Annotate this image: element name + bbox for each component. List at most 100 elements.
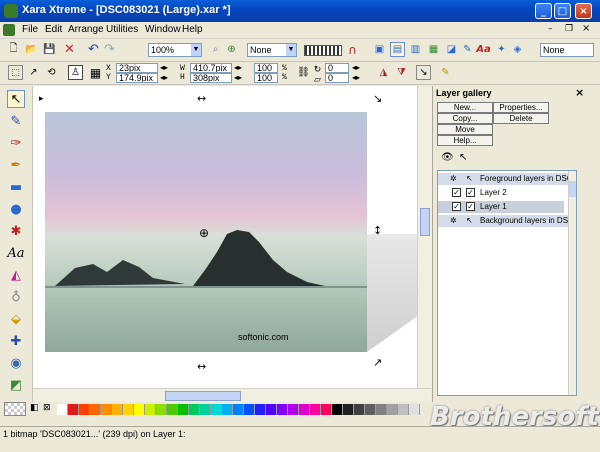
vertical-scrollbar[interactable] — [417, 86, 432, 388]
chevron-down-icon[interactable]: ▼ — [191, 44, 201, 56]
layer-list-scroll-thumb[interactable] — [569, 181, 576, 197]
menu-help[interactable]: Help — [182, 24, 203, 35]
layer-visible-checkbox[interactable]: ✓ — [452, 188, 461, 197]
bring-to-front-icon[interactable]: ▣ — [372, 42, 387, 57]
pen-tool-icon[interactable]: ✒ — [7, 156, 25, 174]
line-tool-icon[interactable]: ↘ — [416, 65, 431, 80]
select-inside-icon[interactable]: ↗ — [26, 65, 41, 80]
text-tool-icon[interactable]: Aa — [7, 244, 25, 262]
colour-swatch[interactable] — [200, 404, 211, 415]
height-spin-icon[interactable]: ◂▸ — [234, 73, 242, 82]
colour-swatch[interactable] — [299, 404, 310, 415]
new-layer-button[interactable]: New... — [437, 102, 493, 113]
colour-swatch[interactable] — [178, 404, 189, 415]
lock-aspect-icon[interactable]: ⛓ — [296, 65, 311, 80]
colour-swatch[interactable] — [189, 404, 200, 415]
height-field[interactable]: 308pix — [190, 73, 232, 83]
horizontal-scroll-thumb[interactable] — [165, 391, 241, 401]
resize-handle-top-icon[interactable]: ↔ — [197, 92, 206, 105]
menu-utilities[interactable]: Utilities — [106, 24, 138, 35]
y-position-field[interactable]: 174.9pix — [116, 73, 158, 83]
colour-swatch[interactable] — [398, 404, 409, 415]
menu-arrange[interactable]: Arrange — [68, 24, 104, 35]
magnet-snap-icon[interactable]: ∩ — [345, 42, 360, 57]
colour-editor-icon[interactable]: ◈ — [510, 42, 525, 57]
layer-locked-checkbox[interactable]: ✓ — [466, 188, 475, 197]
colour-swatch[interactable] — [244, 404, 255, 415]
rotate-handles-icon[interactable]: ⟲ — [44, 65, 59, 80]
colour-swatch[interactable] — [233, 404, 244, 415]
skew-spin-icon[interactable]: ◂▸ — [352, 73, 360, 82]
colour-swatch[interactable] — [365, 404, 376, 415]
no-colour-icon[interactable]: ⊠ — [43, 403, 51, 413]
shadow-tool-icon[interactable]: ◩ — [7, 376, 25, 394]
copy-layer-button[interactable]: Copy... — [437, 113, 493, 124]
scale-width-field[interactable]: 100 — [254, 63, 278, 73]
save-icon[interactable]: 💾 — [42, 42, 57, 57]
chevron-down-icon[interactable]: ▼ — [286, 44, 296, 56]
colour-swatch[interactable] — [376, 404, 387, 415]
angle-field[interactable]: 0 — [325, 63, 349, 73]
colour-swatch[interactable] — [211, 404, 222, 415]
selection-rect-icon[interactable]: ⬚ — [8, 65, 23, 80]
colour-swatch[interactable] — [156, 404, 167, 415]
redo-icon[interactable]: ↷ — [102, 42, 117, 57]
quality-combo[interactable]: None ▼ — [247, 43, 297, 57]
document-icon[interactable] — [3, 24, 15, 36]
zoom-tool-icon[interactable]: ⌕ — [208, 42, 223, 57]
fill-gallery-icon[interactable]: ◪ — [444, 42, 459, 57]
doc-close-button[interactable]: × — [582, 23, 590, 34]
colour-swatch[interactable] — [57, 404, 68, 415]
freehand-tool-icon[interactable]: ✎ — [7, 112, 25, 130]
colour-swatch[interactable] — [101, 404, 112, 415]
menu-edit[interactable]: Edit — [45, 24, 62, 35]
flip-vertical-icon[interactable]: ⧩ — [394, 65, 409, 80]
quickshape-tool-icon[interactable]: ✱ — [7, 222, 25, 240]
colour-swatch[interactable] — [222, 404, 233, 415]
layer-row-layer-2[interactable]: ✓ ✓ Layer 2 — [438, 187, 568, 199]
doc-restore-button[interactable]: ❐ — [565, 24, 573, 34]
colour-swatch[interactable] — [409, 404, 420, 415]
angle-spin-icon[interactable]: ◂▸ — [352, 63, 360, 72]
x-spin-icon[interactable]: ◂▸ — [160, 63, 168, 72]
y-spin-icon[interactable]: ◂▸ — [160, 73, 168, 82]
colour-swatch[interactable] — [90, 404, 101, 415]
grid-icon[interactable]: ▦ — [88, 65, 103, 80]
selector-tool-icon[interactable]: ↖ — [7, 90, 25, 108]
delete-icon[interactable]: ✕ — [62, 42, 77, 57]
layer-visible-checkbox[interactable]: ✓ — [452, 202, 461, 211]
maximize-button[interactable]: □ — [554, 3, 571, 19]
menu-file[interactable]: File — [22, 24, 38, 35]
layer-help-button[interactable]: Help... — [437, 135, 493, 146]
scale-height-field[interactable]: 100 — [254, 73, 278, 83]
transform-icon[interactable]: ♙ — [68, 65, 83, 80]
undo-icon[interactable]: ↶ — [86, 42, 101, 57]
minimize-button[interactable]: _ — [535, 3, 552, 19]
close-window-button[interactable]: × — [575, 3, 592, 19]
zoom-drawing-icon[interactable]: ⊕ — [224, 42, 239, 57]
bitmap-gallery-icon[interactable]: ▦ — [426, 42, 441, 57]
drawing-canvas[interactable]: softonic.com ⊕ ↔ ↘ ↕ ↗ ↔ ▸ — [33, 86, 431, 388]
colour-swatch[interactable] — [134, 404, 145, 415]
colour-swatch[interactable] — [332, 404, 343, 415]
ellipse-tool-icon[interactable]: ● — [7, 200, 25, 218]
contour-tool-icon[interactable]: ✚ — [7, 332, 25, 350]
width-field[interactable]: 410.7pix — [190, 63, 232, 73]
colour-swatch[interactable] — [321, 404, 332, 415]
feather-combo[interactable]: None — [540, 43, 594, 57]
resize-handle-top-left-icon[interactable]: ▸ — [39, 94, 44, 104]
blend-tool-icon[interactable]: ⬙ — [7, 310, 25, 328]
colour-swatch[interactable] — [288, 404, 299, 415]
no-colour-swatch[interactable] — [4, 402, 26, 416]
colour-swatch[interactable] — [79, 404, 90, 415]
doc-minimize-button[interactable]: – — [548, 24, 553, 34]
colour-swatch[interactable] — [277, 404, 288, 415]
layer-properties-button[interactable]: Properties... — [493, 102, 549, 113]
colour-swatch[interactable] — [387, 404, 398, 415]
resize-handle-bottom-icon[interactable]: ↔ — [197, 360, 206, 373]
layer-list-scrollbar[interactable] — [568, 171, 576, 395]
open-folder-icon[interactable]: 📂 — [24, 42, 39, 57]
fill-tool-icon[interactable]: ◭ — [7, 266, 25, 284]
line-gallery-icon[interactable]: ▥ — [408, 42, 423, 57]
layer-row-layer-1[interactable]: ✓ ✓ Layer 1 — [438, 201, 564, 213]
